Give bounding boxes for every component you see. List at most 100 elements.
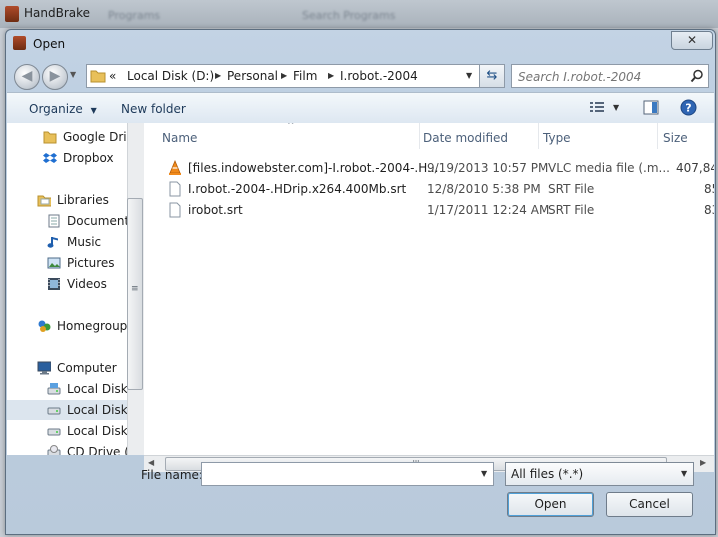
nav-item-cd-drive[interactable]: CD Drive (G [7,442,128,455]
folder-icon [90,70,106,83]
column-header-size[interactable]: Size [663,131,688,145]
open-button[interactable]: Open [507,492,594,517]
file-list[interactable]: ^ Name Date modified Type Size [files.in… [144,123,714,455]
file-type: SRT File [548,203,595,217]
column-header-date-modified[interactable]: Date modified [423,131,508,145]
breadcrumb-separator-icon[interactable]: ▶ [281,71,287,80]
document-icon [48,214,60,228]
change-view-button[interactable] [589,100,605,117]
address-dropdown-chevron-icon[interactable]: ▼ [466,71,472,80]
nav-item-label: Homegroup [57,319,128,333]
forward-button[interactable]: ▶ [42,64,68,90]
text-file-icon [169,181,181,197]
file-type-filter-select[interactable]: All files (*.*) ▼ [505,462,694,486]
navigation-pane[interactable]: Google Driv Dropbox Libraries Documents … [7,123,128,455]
nav-item-label: Libraries [57,193,109,207]
search-icon[interactable] [690,69,704,83]
column-header-name[interactable]: Name [162,131,197,145]
nav-item-documents[interactable]: Documents [7,211,128,231]
nav-item-videos[interactable]: Videos [7,274,128,294]
handbrake-app-icon [5,6,19,22]
drive-icon [47,407,61,415]
column-divider[interactable] [538,123,539,149]
file-name: I.robot.-2004-.HDrip.x264.400Mb.srt [188,182,407,196]
help-button[interactable]: ? [680,99,697,119]
breadcrumb-separator-icon[interactable]: ▶ [215,71,221,80]
scroll-grip-icon: ≡ [131,284,139,294]
scroll-left-arrow-icon[interactable]: ◀ [148,458,154,467]
libraries-icon [37,195,51,207]
breadcrumb-item[interactable]: Film [293,69,317,83]
organize-menu[interactable]: Organize ▼ [29,102,97,116]
column-divider[interactable] [419,123,420,149]
nav-item-label: CD Drive (G [67,445,128,455]
file-type: VLC media file (.m... [548,161,670,175]
nav-item-google-drive[interactable]: Google Driv [7,127,128,147]
background-titlebar: HandBrake Programs Search Programs [0,0,718,28]
folder-icon [43,131,57,144]
breadcrumb-item[interactable]: Local Disk (D:) [127,69,214,83]
file-type: SRT File [548,182,595,196]
nav-item-local-disk[interactable]: Local Disk ( [7,379,128,399]
preview-pane-icon [643,100,659,115]
preview-pane-button[interactable] [643,100,659,118]
refresh-button[interactable]: ⇆ [479,64,505,88]
column-divider[interactable] [657,123,658,149]
text-file-icon [169,202,181,218]
chevron-down-icon: ▼ [681,469,688,478]
nav-item-label: Music [67,235,102,249]
organize-label: Organize [29,102,83,116]
background-blurred-label: Programs [108,9,161,22]
back-arrow-icon: ◀ [21,68,33,84]
new-folder-button[interactable]: New folder [121,102,186,116]
nav-item-local-disk[interactable]: Local Disk (I [7,421,128,441]
address-bar[interactable]: « Local Disk (D:) ▶ Personal ▶ Film ▶ I.… [86,64,487,88]
nav-item-homegroup[interactable]: Homegroup [7,316,128,336]
file-row[interactable]: [files.indowebster.com]-I.robot.-2004-.H… [144,158,714,179]
scroll-right-arrow-icon[interactable]: ▶ [700,458,706,467]
background-app-title: HandBrake [24,6,91,20]
recent-locations-dropdown[interactable]: ▼ [70,70,76,79]
svg-text:?: ? [685,102,691,115]
file-date: 9/19/2013 10:57 PM [427,161,549,175]
view-options-chevron-icon[interactable]: ▼ [613,103,619,112]
breadcrumb-separator-icon[interactable]: ▶ [328,71,334,80]
file-row[interactable]: irobot.srt 1/17/2011 12:24 AM SRT File 8… [144,200,714,221]
breadcrumb-item[interactable]: Personal [227,69,278,83]
column-header-type[interactable]: Type [543,131,571,145]
file-row[interactable]: I.robot.-2004-.HDrip.x264.400Mb.srt 12/8… [144,179,714,200]
nav-item-label: Documents [67,214,128,228]
nav-item-label: Local Disk ( [67,382,128,396]
search-input[interactable] [516,67,690,87]
close-button[interactable]: ✕ [671,31,713,50]
file-name-label: File name: [141,468,203,482]
nav-item-computer[interactable]: Computer [7,358,128,378]
file-date: 12/8/2010 5:38 PM [427,182,541,196]
nav-item-local-disk-selected[interactable]: Local Disk (I [7,400,128,420]
open-file-dialog: Open ✕ ◀ ▶ ▼ « Local Disk (D:) ▶ Persona… [5,29,716,535]
search-box[interactable] [511,64,709,88]
file-size: 407,841 [676,161,714,175]
nav-item-label: Local Disk (I [67,403,128,417]
nav-item-music[interactable]: Music [7,232,128,252]
drive-icon [47,383,61,395]
nav-item-dropbox[interactable]: Dropbox [7,148,128,168]
dialog-app-icon [13,36,26,50]
chevron-down-icon: ▼ [90,106,97,115]
breadcrumb-item[interactable]: I.robot.-2004 [340,69,418,83]
breadcrumb-overflow[interactable]: « [109,69,116,83]
back-button[interactable]: ◀ [14,64,40,90]
vlc-icon [169,160,181,175]
file-name: [files.indowebster.com]-I.robot.-2004-.H… [188,161,439,175]
nav-pane-scroll-thumb[interactable]: ≡ [127,198,143,390]
drive-icon [47,428,61,436]
file-name-input[interactable] [206,465,478,485]
nav-item-pictures[interactable]: Pictures [7,253,128,273]
dialog-title: Open [33,37,66,51]
nav-item-libraries[interactable]: Libraries [7,190,128,210]
pictures-icon [47,257,61,269]
cancel-button[interactable]: Cancel [606,492,693,517]
nav-item-label: Videos [67,277,107,291]
file-name-combobox[interactable]: ▼ [201,462,494,486]
chevron-down-icon[interactable]: ▼ [481,469,487,478]
